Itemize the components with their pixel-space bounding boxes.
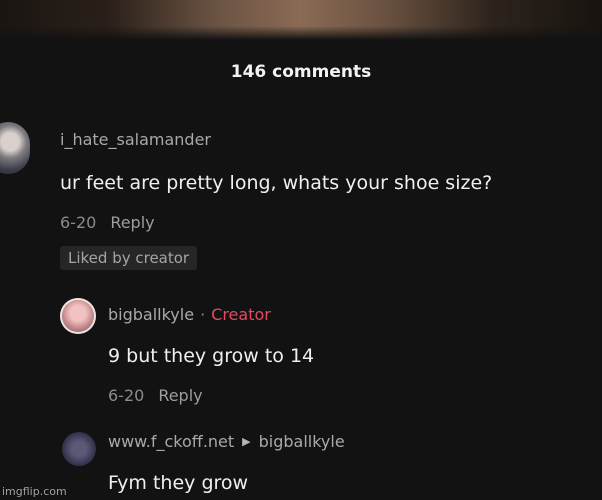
comments-count-title: 146 comments [230,62,372,82]
comment-username[interactable]: bigballkyle [108,305,194,324]
avatar[interactable] [62,432,96,466]
video-thumbnail-strip [0,0,602,40]
comment-date: 6-20 [108,386,145,405]
comment-username[interactable]: i_hate_salamander [60,130,211,149]
comment-meta: 6-20 Reply [60,213,155,232]
comment-username-row: bigballkyle · Creator [108,305,271,324]
reply-arrow-icon: ▶ [242,435,251,448]
comment-username[interactable]: www.f_ckoff.net [108,432,234,451]
comment-meta: 6-20 Reply [108,386,203,405]
creator-tag: Creator [211,305,271,324]
reply-button[interactable]: Reply [158,386,202,405]
comment-username-row: www.f_ckoff.net ▶ bigballkyle [108,432,345,451]
comment-text: 9 but they grow to 14 [108,345,315,367]
watermark: imgflip.com [2,485,67,498]
comment-text: Fym they grow [108,472,249,494]
liked-by-creator-badge: Liked by creator [60,246,198,270]
avatar[interactable] [60,298,96,334]
comment-date: 6-20 [60,213,97,232]
comment-text: ur feet are pretty long, whats your shoe… [60,172,493,194]
reply-to-username[interactable]: bigballkyle [259,432,345,451]
reply-button[interactable]: Reply [110,213,154,232]
separator-dot: · [200,305,206,324]
avatar[interactable] [0,122,30,174]
